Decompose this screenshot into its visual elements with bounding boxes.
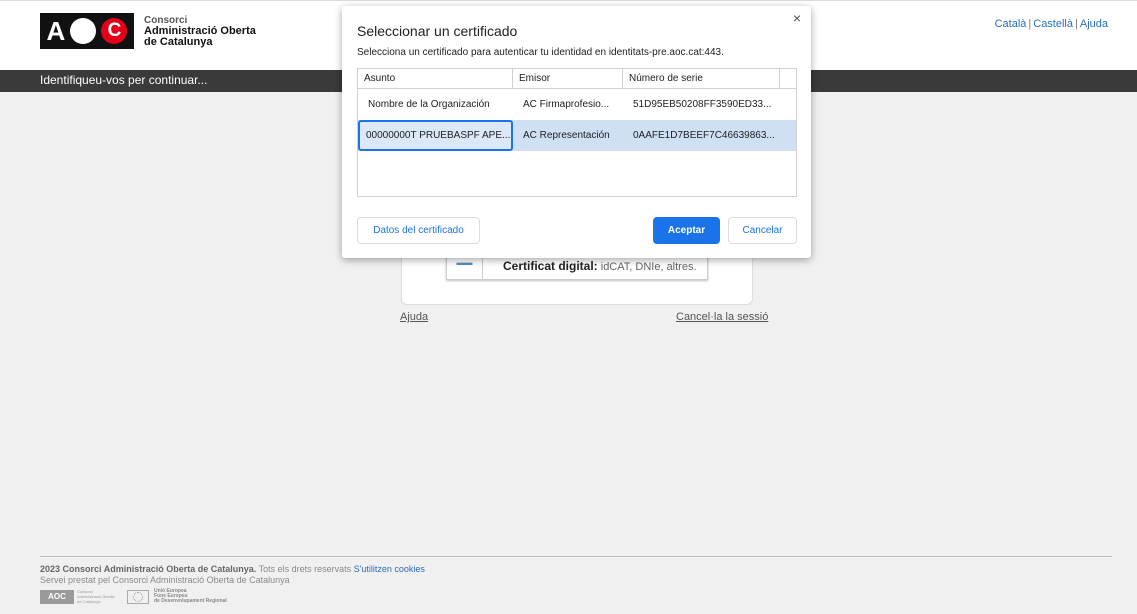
eu-flag-icon <box>127 589 149 604</box>
org-name-line2: Administració Oberta <box>144 24 256 37</box>
footer-copyright: 2023 Consorci Administració Oberta de Ca… <box>40 564 425 574</box>
certificate-details-button[interactable]: Datos del certificado <box>357 217 480 244</box>
cancel-button[interactable]: Cancelar <box>728 217 797 244</box>
close-icon[interactable]: × <box>793 10 801 26</box>
aoc-logo-mark: A C <box>40 13 134 49</box>
dialog-subtitle: Selecciona un certificado para autentica… <box>357 47 724 58</box>
org-name-line3: de Catalunya <box>144 35 213 48</box>
cert-button-text: Certificat digital: idCAT, DNIe, altres. <box>503 259 697 273</box>
column-header-issuer[interactable]: Emisor <box>513 69 623 88</box>
lang-castella-link[interactable]: Castellà <box>1033 18 1073 30</box>
help-link[interactable]: Ajuda <box>400 311 428 323</box>
cert-button-desc: idCAT, DNIe, altres. <box>597 261 697 273</box>
language-links: Català | Castellà | Ajuda <box>995 18 1108 30</box>
logo-letter-c: C <box>101 18 128 44</box>
row-issuer: AC Firmaprofesio... <box>523 99 610 110</box>
footer-rights: Tots els drets reservats <box>256 564 354 574</box>
help-link-header[interactable]: Ajuda <box>1080 18 1108 30</box>
footer-service: Servei prestat pel Consorci Administraci… <box>40 575 290 585</box>
logo-letter-o <box>70 18 97 44</box>
identify-bar-text: Identifiqueu-vos per continuar... <box>40 73 208 87</box>
lang-catala-link[interactable]: Català <box>995 18 1027 30</box>
footer-copyright-org: 2023 Consorci Administració Oberta de Ca… <box>40 564 257 574</box>
footer-aoc-text: Consorci Administració Oberta de Catalun… <box>77 589 115 604</box>
row-subject: Nombre de la Organización <box>368 99 490 110</box>
accept-button[interactable]: Aceptar <box>653 217 720 244</box>
certificate-select-dialog: × Seleccionar un certificado Selecciona … <box>342 6 811 258</box>
footer-divider <box>40 556 1112 557</box>
column-header-subject[interactable]: Asunto <box>358 69 513 88</box>
org-name-line1: Consorci <box>144 14 188 26</box>
dialog-title: Seleccionar un certificado <box>357 23 518 39</box>
row-issuer: AC Representación <box>523 130 610 141</box>
separator: | <box>1075 18 1078 30</box>
separator: | <box>1028 18 1032 30</box>
row-subject: 00000000T PRUEBASPF APE... <box>358 120 513 151</box>
certificate-table: Asunto Emisor Número de serie Nombre de … <box>357 68 797 197</box>
org-name: Consorci Administració Oberta de Catalun… <box>144 15 256 48</box>
footer-aoc-logo: AOC <box>40 589 74 604</box>
cookies-link[interactable]: S'utilitzen cookies <box>354 564 425 574</box>
eu-text-line3: de Desenvolupament Regional <box>154 598 227 604</box>
footer-logos: AOC Consorci Administració Oberta de Cat… <box>40 589 227 604</box>
table-row[interactable]: Nombre de la Organización AC Firmaprofes… <box>358 89 796 120</box>
row-serial: 51D95EB50208FF3590ED33... <box>633 99 772 110</box>
aoc-logo[interactable]: A C Consorci Administració Oberta de Cat… <box>40 13 256 49</box>
row-serial: 0AAFE1D7BEEF7C46639863... <box>633 130 775 141</box>
column-header-serial[interactable]: Número de serie <box>623 69 780 88</box>
cert-button-title: Certificat digital: <box>503 259 598 273</box>
table-header: Asunto Emisor Número de serie <box>358 69 796 89</box>
footer-eu-text: Unió Europea Fons Europeu de Desenvolupa… <box>154 589 227 604</box>
cancel-session-link[interactable]: Cancel·la la sessió <box>676 311 768 323</box>
logo-letter-a: A <box>46 16 66 46</box>
table-row-selected[interactable]: 00000000T PRUEBASPF APE... AC Representa… <box>358 120 796 151</box>
